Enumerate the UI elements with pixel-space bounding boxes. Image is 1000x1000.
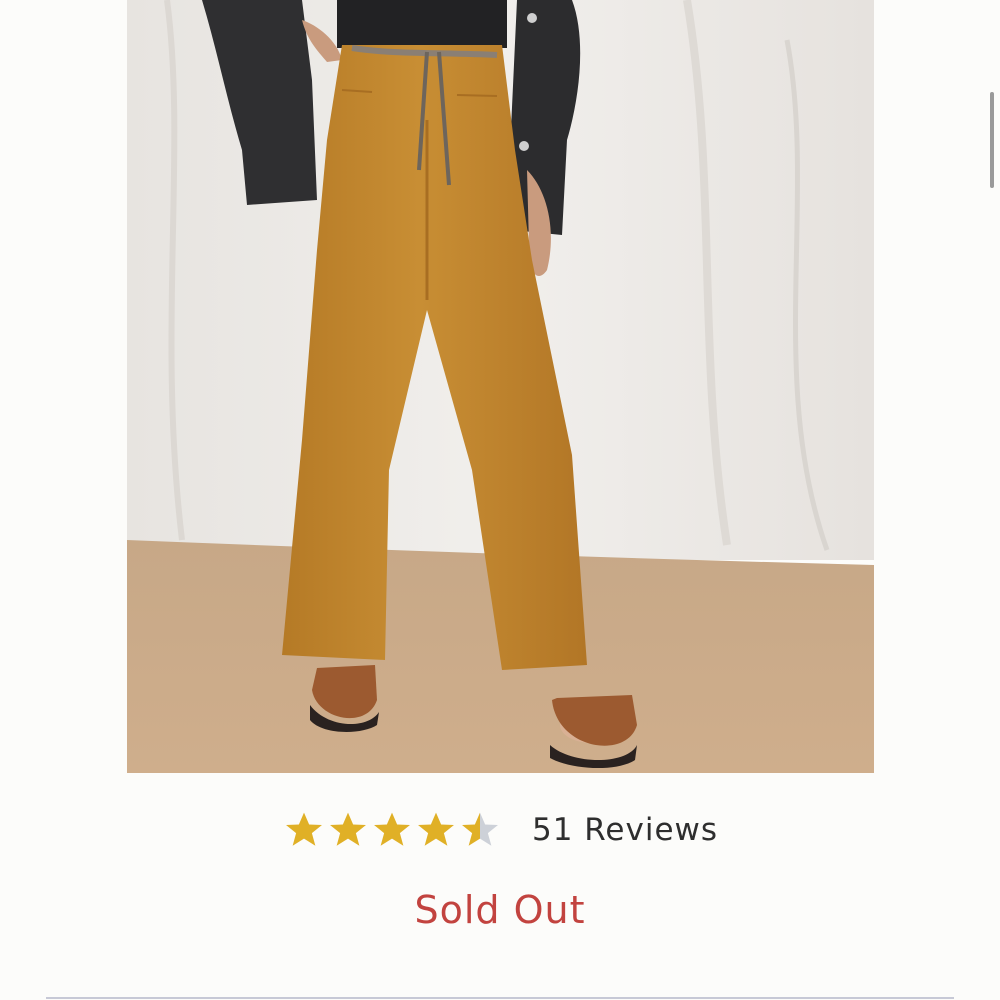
star-icon — [330, 812, 366, 846]
star-icon — [374, 812, 410, 846]
star-icon — [286, 812, 322, 846]
star-icon — [418, 812, 454, 846]
availability-status: Sold Out — [414, 888, 586, 932]
divider — [46, 997, 954, 999]
star-rating — [282, 808, 502, 852]
product-image[interactable] — [127, 0, 874, 773]
reviews-link[interactable]: 51 Reviews — [532, 812, 718, 848]
star-half-icon — [462, 812, 498, 846]
rating-summary[interactable]: 51 Reviews — [0, 808, 1000, 852]
scrollbar-thumb[interactable] — [990, 92, 994, 188]
